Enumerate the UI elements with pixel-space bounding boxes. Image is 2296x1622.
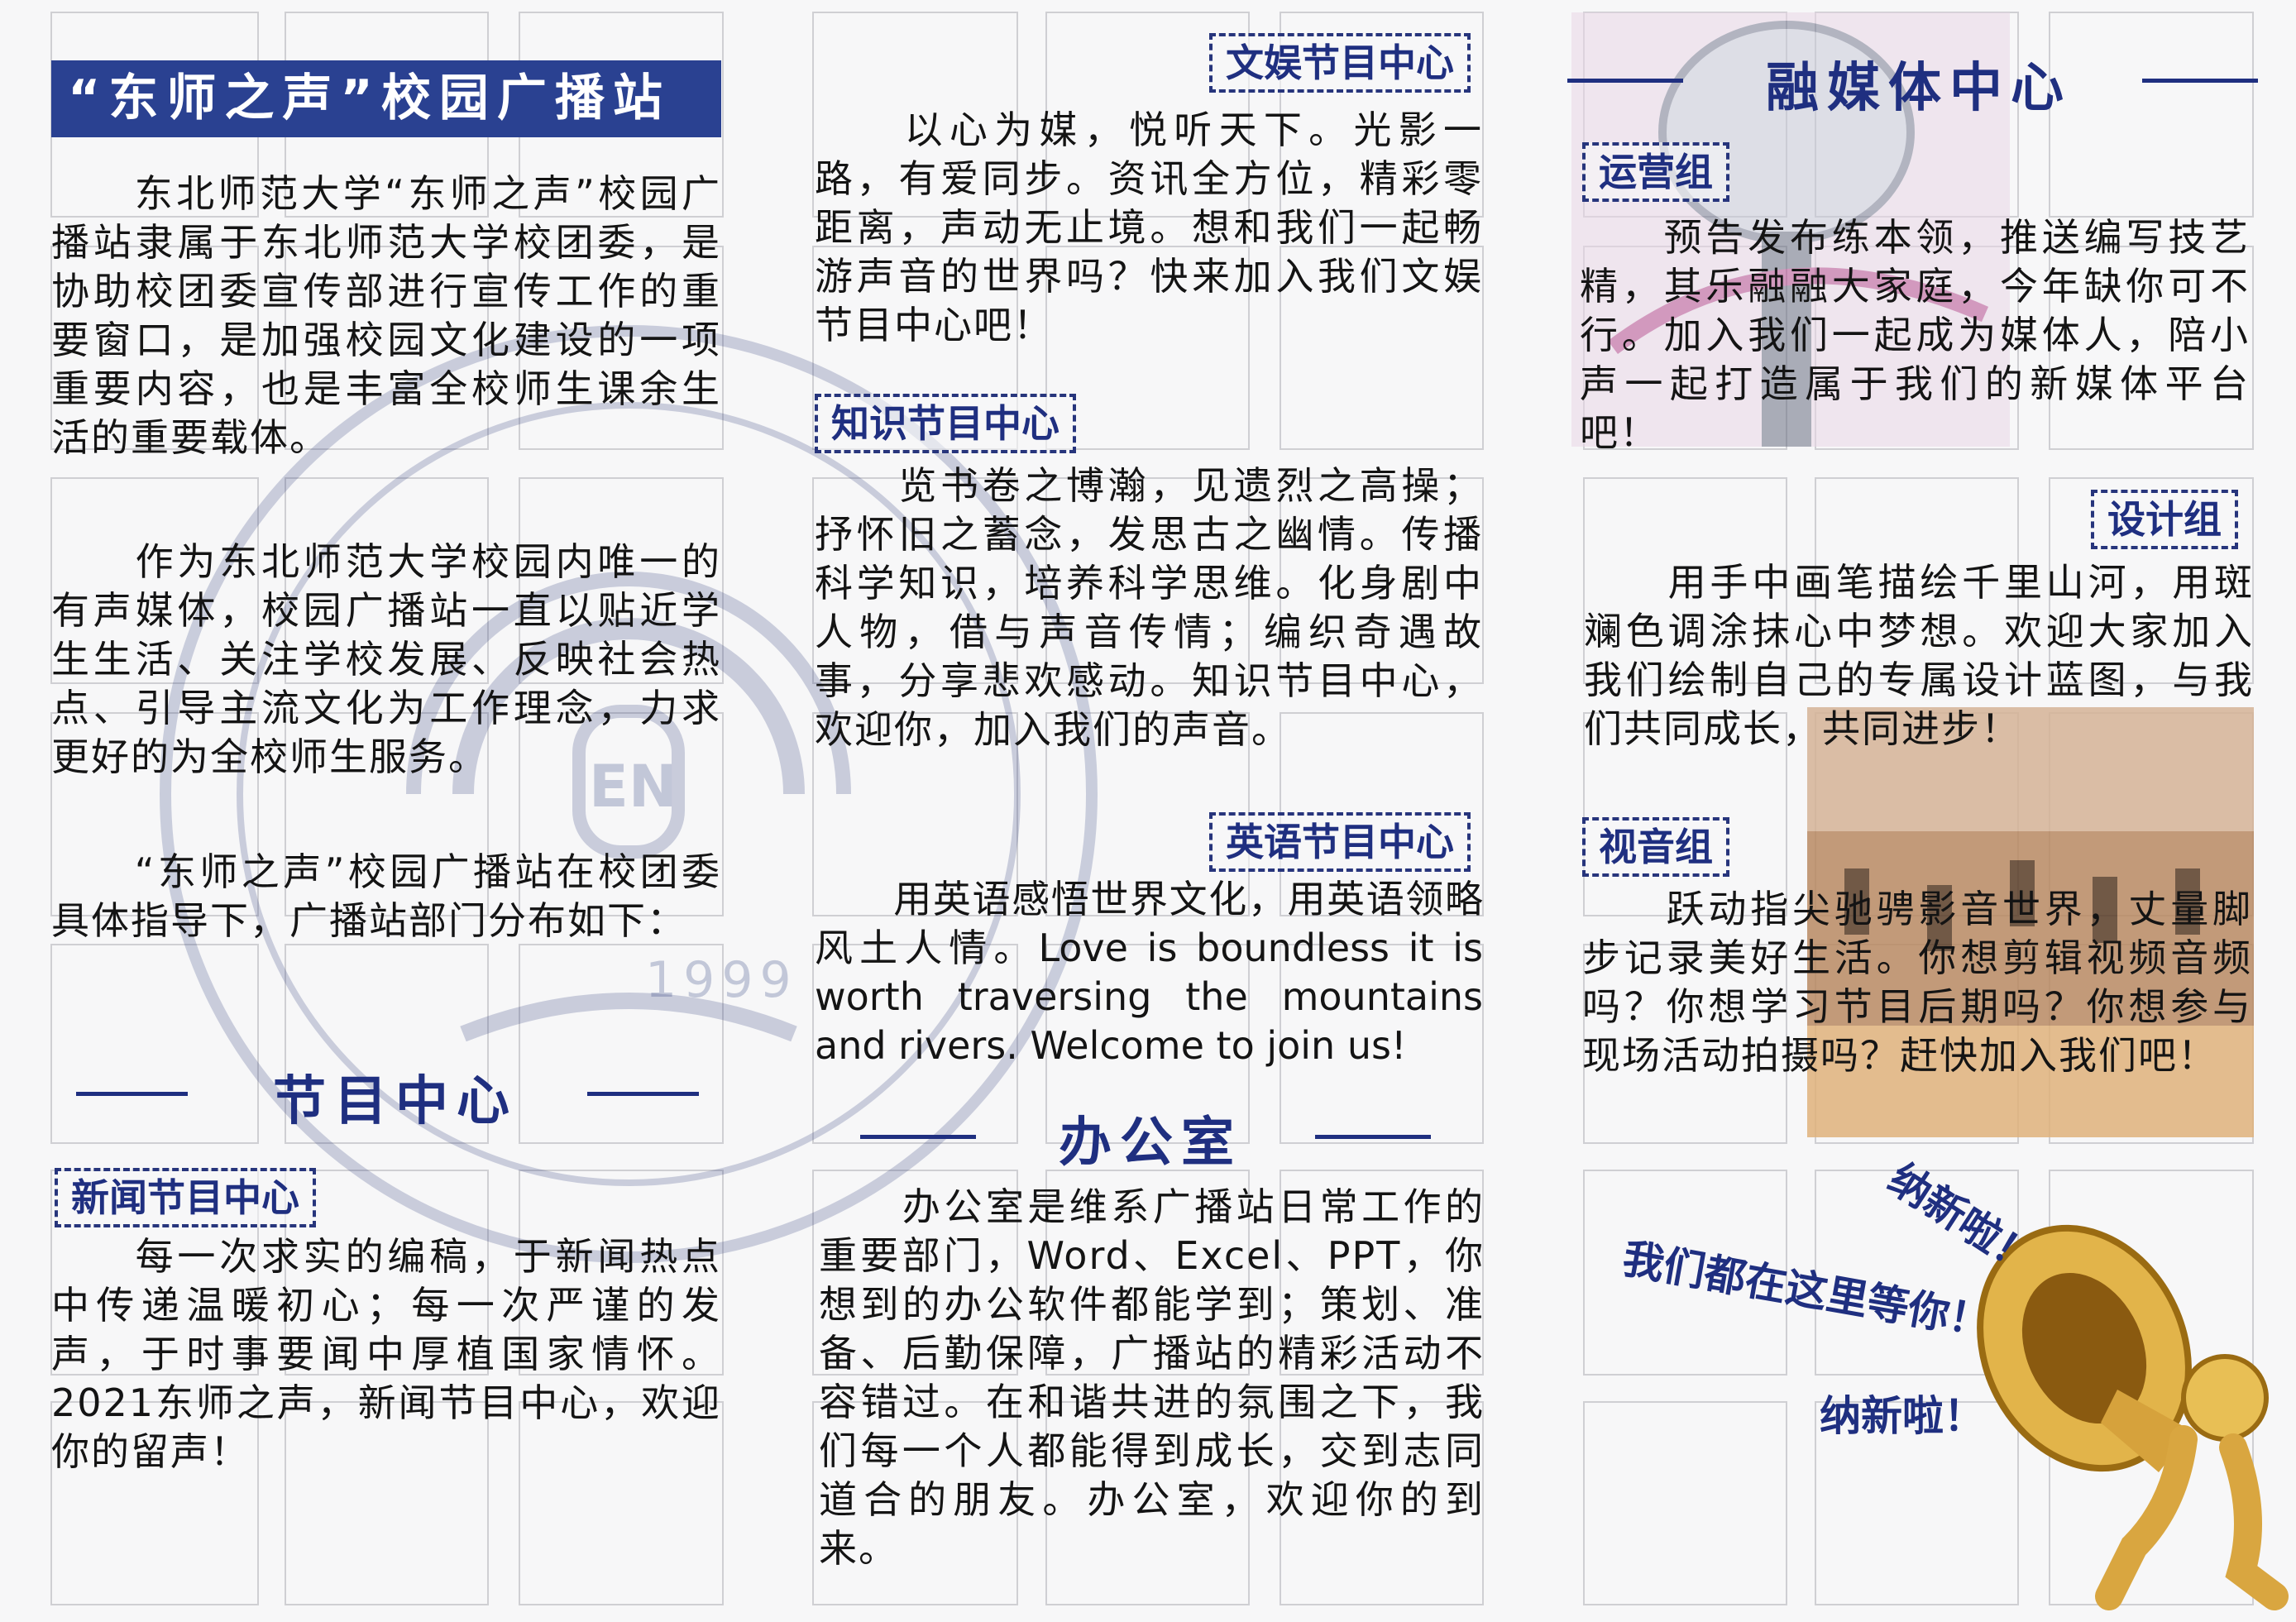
operations-group-tag: 运营组 <box>1582 142 1729 202</box>
grid-cell <box>1583 1401 1787 1605</box>
intro-paragraph-1: 东北师范大学“东师之声”校园广播站隶属于东北师范大学校团委，是协助校团委宣传部进… <box>51 171 721 460</box>
operations-group-text: 预告发布练本领，推送编写技艺精，其乐融融大家庭，今年缺你可不行。加入我们一起成为… <box>1580 215 2250 455</box>
divider-left-a <box>76 1092 188 1096</box>
knowledge-center-tag: 知识节目中心 <box>815 394 1076 453</box>
divider-mid-a <box>860 1135 976 1139</box>
divider-left-b <box>587 1092 699 1096</box>
design-group-text: 用手中画笔描绘千里山河，用斑斓色调涂抹心中梦想。欢迎大家加入我们绘制自己的专属设… <box>1584 560 2254 751</box>
office-text: 办公室是维系广播站日常工作的重要部门，Word、Excel、PPT，你想到的办公… <box>819 1184 1485 1571</box>
recruiting-callout-2: 纳新啦！ <box>1820 1392 1985 1440</box>
intro-paragraph-3: “东师之声”校园广播站在校团委具体指导下，广播站部门分布如下： <box>51 849 721 943</box>
entertainment-center-text: 以心为媒，悦听天下。光影一路，有爱同步。资讯全方位，精彩零距离，声动无止境。想和… <box>815 108 1483 347</box>
program-center-heading: 节目中心 <box>273 1071 518 1132</box>
divider-right-a <box>1567 79 1683 83</box>
station-title: “东师之声”校园广播站 <box>51 60 721 137</box>
news-center-tag: 新闻节目中心 <box>55 1168 316 1227</box>
media-center-heading: 融媒体中心 <box>1766 58 2072 119</box>
watermark-year: 1999 <box>645 951 798 1009</box>
knowledge-center-text: 览书卷之博瀚，见遗烈之高操；抒怀旧之蓄念，发思古之幽情。传播科学知识，培养科学思… <box>815 463 1483 752</box>
grid-cell <box>2049 12 2254 218</box>
office-heading: 办公室 <box>1059 1112 1242 1174</box>
divider-mid-b <box>1315 1135 1431 1139</box>
intro-paragraph-2: 作为东北师范大学校园内唯一的有声媒体，校园广播站一直以贴近学生生活、关注学校发展… <box>51 539 721 779</box>
english-center-text: 用英语感悟世界文化，用英语领略风土人情。Love is boundless it… <box>815 877 1483 1068</box>
design-group-tag: 设计组 <box>2091 490 2238 549</box>
av-group-text: 跃动指尖驰骋影音世界，丈量脚步记录美好生活。你想剪辑视频音频吗？你想学习节目后期… <box>1582 887 2252 1078</box>
news-center-text: 每一次求实的编稿，于新闻热点中传递温暖初心；每一次严谨的发声，于时事要闻中厚植国… <box>51 1234 721 1474</box>
grid-cell <box>50 944 259 1144</box>
entertainment-center-tag: 文娱节目中心 <box>1209 33 1471 93</box>
divider-right-b <box>2142 79 2258 83</box>
av-group-tag: 视音组 <box>1582 817 1729 877</box>
english-center-tag: 英语节目中心 <box>1209 812 1471 872</box>
